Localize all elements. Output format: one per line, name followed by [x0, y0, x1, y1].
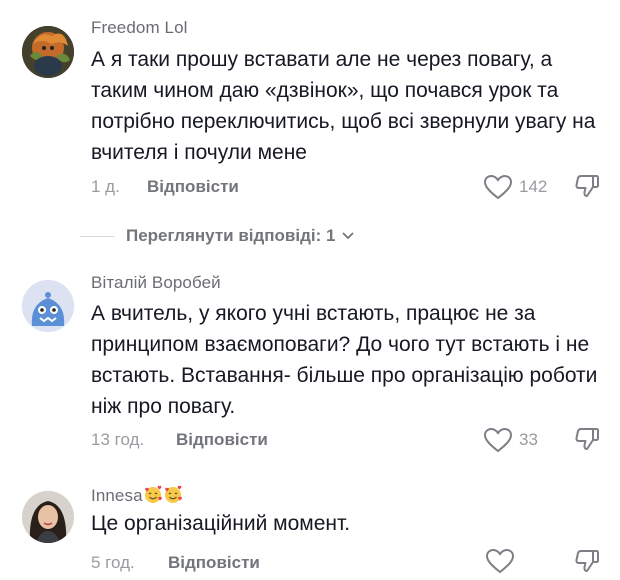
- avatar-vitaliy-vorobei[interactable]: [22, 280, 74, 332]
- reply-button[interactable]: Відповісти: [176, 430, 268, 450]
- avatar-image: [22, 280, 74, 332]
- reply-button[interactable]: Відповісти: [147, 177, 239, 197]
- like-count: 142: [519, 177, 548, 196]
- comment-text: Це організаційний момент.: [91, 512, 351, 535]
- thumbs-down-outline-icon: [575, 175, 599, 197]
- comment-time: 1 д.: [91, 177, 120, 196]
- like-button[interactable]: 142: [483, 174, 547, 200]
- chevron-down-icon: [342, 232, 355, 240]
- comment-text: А вчитель, у якого учні встають, працює …: [91, 302, 598, 418]
- thumbs-down-outline-icon: [575, 428, 599, 450]
- avatar-image: [22, 26, 74, 78]
- view-replies-label: Переглянути відповіді: 1: [126, 226, 336, 245]
- dislike-button[interactable]: [573, 172, 601, 205]
- reply-button[interactable]: Відповісти: [168, 553, 260, 573]
- author-name: Innesa: [91, 486, 143, 505]
- comment-author[interactable]: Freedom Lol: [91, 18, 188, 38]
- avatar-freedom-lol[interactable]: [22, 26, 74, 78]
- avatar-innesa[interactable]: [22, 491, 74, 543]
- like-button[interactable]: 33: [483, 427, 538, 453]
- comment-text: А я таки прошу вставати але не через пов…: [91, 48, 596, 164]
- smiling-face-with-hearts-icon: [144, 485, 162, 503]
- heart-outline-icon: [483, 174, 513, 200]
- thumbs-down-outline-icon: [575, 550, 599, 572]
- heart-outline-icon: [483, 427, 513, 453]
- comment-time: 5 год.: [91, 553, 135, 572]
- like-count: 33: [519, 430, 538, 449]
- smiling-face-with-hearts-icon: [164, 485, 182, 503]
- like-button[interactable]: [485, 548, 515, 574]
- divider-line: [80, 235, 114, 237]
- comment-author[interactable]: Innesa: [91, 484, 183, 506]
- dislike-button[interactable]: [573, 547, 601, 580]
- comment-time: 13 год.: [91, 430, 145, 449]
- dislike-button[interactable]: [573, 425, 601, 458]
- view-replies-button[interactable]: Переглянути відповіді: 1: [80, 226, 355, 246]
- heart-outline-icon: [485, 548, 515, 574]
- comment-author[interactable]: Віталій Воробей: [91, 273, 221, 293]
- avatar-image: [22, 491, 74, 543]
